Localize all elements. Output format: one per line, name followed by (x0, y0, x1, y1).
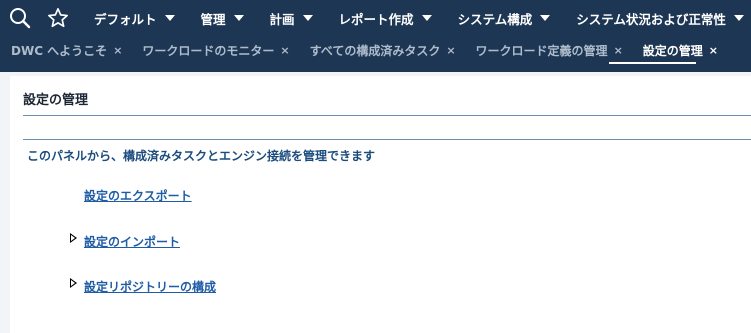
tab-bar: DWC へようこそ × ワークロードのモニター × すべての構成済みタスク × … (0, 36, 727, 64)
chevron-down-icon (733, 15, 744, 21)
menu-label: 管理 (200, 11, 226, 27)
tab-welcome[interactable]: DWC へようこそ × (0, 36, 131, 64)
tab-workload-definitions[interactable]: ワークロード定義の管理 × (465, 36, 632, 64)
expand-arrow-icon[interactable] (70, 233, 77, 243)
tab-label: すべての構成済みタスク (309, 43, 441, 58)
chevron-down-icon (421, 15, 432, 21)
menu-label: 計画 (269, 11, 295, 27)
active-tab-indicator (609, 62, 696, 64)
import-settings-link[interactable]: 設定のインポート (84, 233, 180, 250)
tab-monitor-workload[interactable]: ワークロードのモニター × (131, 36, 298, 64)
chevron-down-icon (540, 15, 551, 21)
chevron-down-icon (164, 15, 175, 21)
menu-label: システム状況および正常性 (576, 11, 726, 27)
close-icon[interactable]: × (280, 44, 289, 57)
page-title: 設定の管理 (23, 93, 89, 108)
menu-default[interactable]: デフォルト (78, 0, 185, 36)
menu-label: システム構成 (457, 11, 533, 27)
menu-reporting[interactable]: レポート作成 (323, 0, 442, 36)
menu-system-health[interactable]: システム状況および正常性 (560, 0, 751, 36)
search-icon[interactable] (8, 6, 32, 30)
tab-label: DWC へようこそ (11, 43, 108, 58)
top-navigation-bar: デフォルト 管理 計画 レポート作成 システム構成 システム状況および正常性 D… (0, 0, 751, 72)
tab-configured-tasks[interactable]: すべての構成済みタスク × (299, 36, 465, 64)
menu-admin[interactable]: 管理 (185, 0, 254, 36)
star-icon[interactable] (46, 6, 70, 30)
close-icon[interactable]: × (709, 44, 718, 57)
menu-planning[interactable]: 計画 (254, 0, 323, 36)
close-icon[interactable]: × (446, 44, 455, 57)
chevron-down-icon (233, 15, 244, 21)
tab-manage-settings[interactable]: 設定の管理 × (632, 36, 727, 64)
panel-description: このパネルから、構成済みタスクとエンジン接続を管理できます (27, 149, 376, 163)
export-settings-link[interactable]: 設定のエクスポート (84, 187, 192, 204)
close-icon[interactable]: × (614, 44, 623, 57)
configure-repository-link[interactable]: 設定リポジトリーの構成 (84, 278, 216, 295)
menu-label: レポート作成 (338, 11, 414, 27)
tab-label: ワークロードのモニター (142, 43, 275, 58)
close-icon[interactable]: × (113, 44, 122, 57)
expand-arrow-icon[interactable] (70, 278, 77, 288)
tab-label: 設定の管理 (642, 43, 703, 58)
divider (23, 139, 751, 140)
divider (23, 115, 751, 116)
content-panel: 設定の管理 このパネルから、構成済みタスクとエンジン接続を管理できます 設定のエ… (10, 76, 751, 333)
menu-system-config[interactable]: システム構成 (442, 0, 561, 36)
chevron-down-icon (302, 15, 313, 21)
main-menu: デフォルト 管理 計画 レポート作成 システム構成 システム状況および正常性 (78, 0, 751, 36)
tab-label: ワークロード定義の管理 (475, 43, 608, 58)
menu-label: デフォルト (94, 11, 157, 27)
